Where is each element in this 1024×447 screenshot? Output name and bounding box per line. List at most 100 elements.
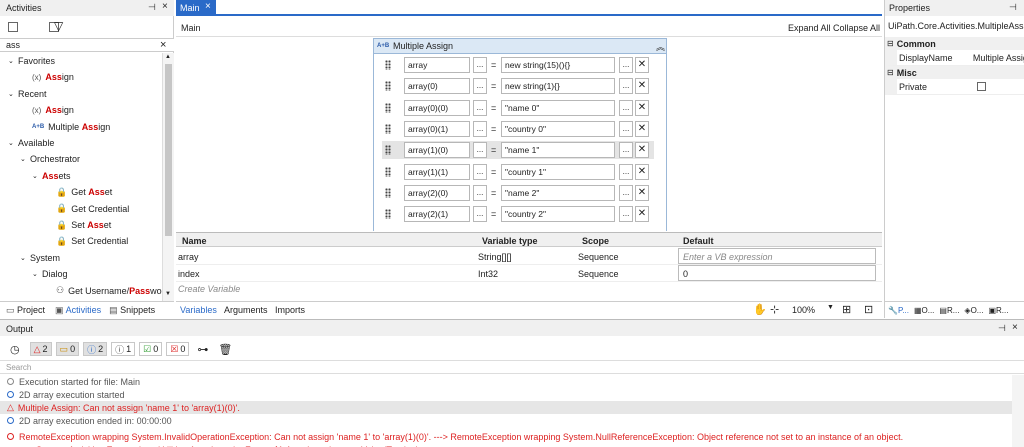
assign-to-input[interactable]: array(0)(1) (404, 121, 470, 137)
prop-displayname[interactable]: DisplayName Multiple Assig (885, 50, 1024, 66)
tree-item[interactable]: 🔒Set Credential (0, 233, 162, 249)
ellipsis-button[interactable]: ... (619, 206, 633, 222)
var-scope[interactable]: Sequence (578, 252, 619, 262)
filter-toggle[interactable]: ⓘ1 (111, 342, 135, 356)
assign-to-input[interactable]: array(0) (404, 78, 470, 94)
zoom-dropdown-icon[interactable]: ▼ (827, 304, 834, 311)
close-icon[interactable]: × (162, 1, 168, 12)
drag-handle-icon[interactable] (385, 103, 391, 113)
ellipsis-button[interactable]: ... (473, 185, 487, 201)
activities-search-input[interactable]: ass (6, 40, 20, 50)
tree-item[interactable]: ⌄Orchestrator (0, 151, 162, 167)
tab-activities[interactable]: ▣ Activities (55, 305, 101, 316)
tab-outline[interactable]: ▦O... (914, 306, 934, 315)
assign-value-input[interactable]: "country 2" (501, 206, 615, 222)
ellipsis-button[interactable]: ... (619, 78, 633, 94)
ellipsis-button[interactable]: ... (473, 100, 487, 116)
output-line[interactable]: at System.Activities.Expressions.Utiliti… (0, 443, 1024, 447)
assign-row[interactable]: array(1)(0) ... = "name 1" ... ✕ (382, 141, 654, 159)
scroll-down-icon[interactable]: ▼ (165, 291, 171, 297)
scroll-thumb[interactable] (165, 64, 172, 236)
expand-arrow-icon[interactable]: ⌄ (8, 139, 18, 147)
drag-handle-icon[interactable] (385, 124, 391, 134)
delete-row-button[interactable]: ✕ (635, 142, 649, 158)
expand-all-icon[interactable] (8, 22, 18, 32)
ellipsis-button[interactable]: ... (473, 57, 487, 73)
ellipsis-button[interactable]: ... (619, 121, 633, 137)
collapse-group-icon[interactable]: ⊟ (887, 68, 894, 77)
drag-handle-icon[interactable] (385, 167, 391, 177)
ellipsis-button[interactable]: ... (619, 164, 633, 180)
tree-item[interactable]: (x)Assign (0, 102, 162, 118)
ellipsis-button[interactable]: ... (473, 121, 487, 137)
tree-item[interactable]: 🔒Get Credential (0, 201, 162, 217)
tab-arguments[interactable]: Arguments (224, 305, 268, 315)
var-default-input[interactable]: 0 (678, 265, 876, 281)
expand-arrow-icon[interactable]: ⌄ (32, 172, 42, 180)
hand-tool-icon[interactable]: ✋ (753, 303, 767, 316)
pin-icon[interactable]: ⊣ (148, 2, 156, 13)
breadcrumb[interactable]: Main (181, 23, 201, 33)
var-type[interactable]: String[][] (478, 252, 512, 262)
clear-search-icon[interactable]: × (160, 39, 166, 51)
tree-item[interactable]: 🔒Get Asset (0, 184, 162, 200)
tab-imports[interactable]: Imports (275, 305, 305, 315)
zoom-level[interactable]: 100% (792, 305, 815, 315)
tab-resources[interactable]: ▤R... (939, 306, 959, 315)
delete-row-button[interactable]: ✕ (635, 206, 649, 222)
tree-item[interactable]: ⚇Get Username/Passwo (0, 283, 162, 299)
scroll-up-icon[interactable]: ▲ (165, 54, 171, 60)
var-name[interactable]: array (178, 252, 199, 262)
tab-recorder[interactable]: ▣R... (988, 306, 1008, 315)
tree-item[interactable]: ⌄Recent (0, 86, 162, 102)
output-line[interactable]: 2D array execution started (0, 388, 1024, 401)
ellipsis-button[interactable]: ... (473, 164, 487, 180)
assign-row[interactable]: array(2)(1) ... = "country 2" ... ✕ (382, 205, 654, 223)
filter-toggle[interactable]: ☒0 (166, 342, 189, 356)
tab-properties[interactable]: 🔧P... (888, 306, 909, 315)
drag-handle-icon[interactable] (385, 209, 391, 219)
pin-icon[interactable]: ⊣ (1009, 2, 1017, 13)
expand-all-button[interactable]: Expand All (788, 23, 831, 33)
activities-scrollbar[interactable]: ▲ ▼ (162, 53, 174, 301)
drag-handle-icon[interactable] (385, 145, 391, 155)
ellipsis-button[interactable]: ... (619, 57, 633, 73)
delete-row-button[interactable]: ✕ (635, 121, 649, 137)
assign-row[interactable]: array(0)(1) ... = "country 0" ... ✕ (382, 120, 654, 138)
ellipsis-button[interactable]: ... (473, 78, 487, 94)
tree-item[interactable]: ⌄Favorites (0, 53, 162, 69)
assign-value-input[interactable]: "name 2" (501, 185, 615, 201)
assign-row[interactable]: array(0)(0) ... = "name 0" ... ✕ (382, 99, 654, 117)
close-icon[interactable]: × (1012, 322, 1018, 333)
tree-item[interactable]: ⌄System (0, 250, 162, 266)
filter-toggle[interactable]: ▭0 (56, 342, 80, 356)
toggle-tree-icon[interactable]: ⊶ (197, 343, 208, 356)
tab-main[interactable]: Main × (176, 0, 216, 16)
expand-arrow-icon[interactable]: ⌄ (8, 90, 18, 98)
zoom-reset-icon[interactable]: ⊡ (864, 303, 873, 316)
ellipsis-button[interactable]: ... (473, 206, 487, 222)
designer-canvas[interactable]: A+B Multiple Assign ︽ array ... = new st… (176, 38, 866, 231)
displayname-input[interactable]: Multiple Assig (973, 53, 1024, 63)
output-search-input[interactable]: Search (6, 363, 31, 372)
ellipsis-button[interactable]: ... (619, 100, 633, 116)
delete-row-button[interactable]: ✕ (635, 57, 649, 73)
tree-item[interactable]: 🔒Set Asset (0, 217, 162, 233)
expand-arrow-icon[interactable]: ⌄ (32, 270, 42, 278)
assign-value-input[interactable]: "country 0" (501, 121, 615, 137)
output-line[interactable]: △Multiple Assign: Can not assign 'name 1… (0, 401, 1024, 414)
assign-row[interactable]: array(0) ... = new string(1){} ... ✕ (382, 77, 654, 95)
assign-to-input[interactable]: array(2)(1) (404, 206, 470, 222)
filter-icon[interactable]: ▽ (54, 19, 63, 33)
ellipsis-button[interactable]: ... (473, 142, 487, 158)
tree-item[interactable]: ⌄Dialog (0, 266, 162, 282)
delete-row-button[interactable]: ✕ (635, 164, 649, 180)
drag-handle-icon[interactable] (385, 81, 391, 91)
activity-header[interactable]: A+B Multiple Assign ︽ (374, 39, 666, 54)
pin-icon[interactable]: ⊣ (998, 323, 1006, 334)
assign-row[interactable]: array(2)(0) ... = "name 2" ... ✕ (382, 184, 654, 202)
assign-to-input[interactable]: array(0)(0) (404, 100, 470, 116)
collapse-all-button[interactable]: Collapse All (833, 23, 880, 33)
var-type[interactable]: Int32 (478, 269, 498, 279)
var-default-input[interactable]: Enter a VB expression (678, 248, 876, 264)
